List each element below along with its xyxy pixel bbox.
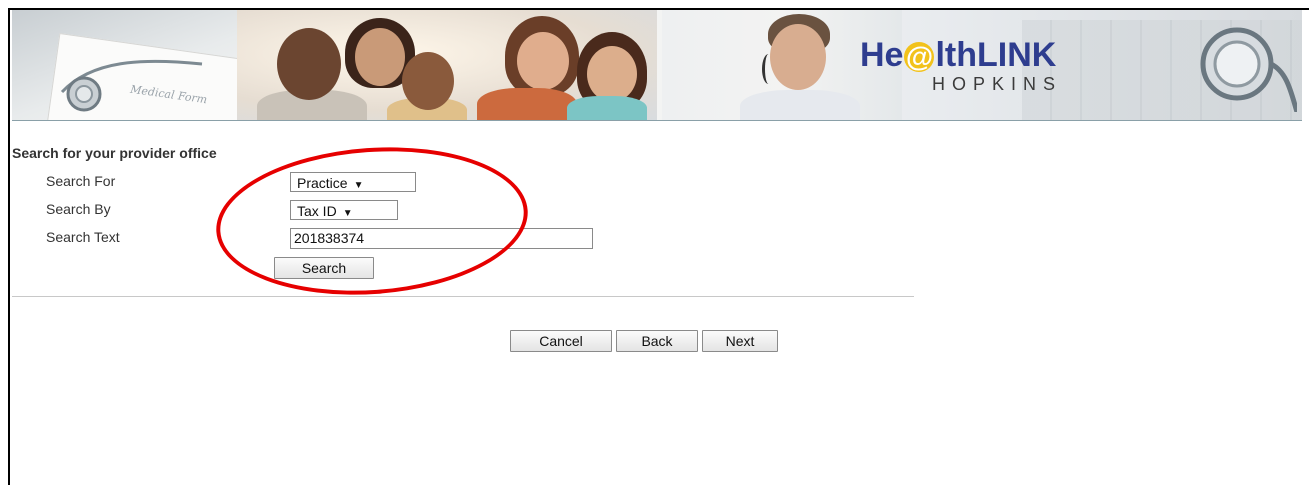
search-button[interactable]: Search: [274, 257, 374, 279]
next-button[interactable]: Next: [702, 330, 778, 352]
woman-face: [355, 28, 405, 86]
search-by-label: Search By: [46, 201, 111, 217]
logo-prefix: He: [860, 36, 904, 74]
woman2-face: [517, 32, 569, 90]
dropdown-caret-icon: ▼: [353, 180, 364, 191]
header-banner: Medical Form He@lthLINK HOPKINS: [12, 10, 1302, 121]
search-by-value: Tax ID: [297, 203, 337, 219]
logo-at-symbol: @: [904, 41, 935, 73]
section-divider: [12, 296, 914, 297]
girl-face: [587, 46, 637, 102]
section-title: Search for your provider office: [12, 145, 217, 161]
dropdown-caret-icon: ▼: [342, 208, 353, 219]
woman2-body: [477, 88, 577, 120]
logo-wordmark: He@lthLINK: [860, 36, 1160, 74]
logo-suffix: lthLINK: [935, 36, 1057, 74]
healthlink-logo: He@lthLINK HOPKINS: [860, 36, 1160, 106]
family-photo: [237, 10, 657, 120]
stethoscope-right-icon: [1200, 27, 1297, 112]
girl-body: [567, 96, 647, 120]
search-by-select[interactable]: Tax ID ▼: [290, 200, 398, 220]
search-text-input[interactable]: 201838374: [290, 228, 593, 249]
cancel-button[interactable]: Cancel: [510, 330, 612, 352]
stethoscope-icon: [60, 59, 203, 112]
headset-icon: [762, 54, 775, 84]
search-for-label: Search For: [46, 173, 116, 189]
boy-face: [402, 52, 454, 110]
logo-subtitle: HOPKINS: [932, 74, 1063, 94]
agent-face: [770, 24, 826, 90]
search-for-select[interactable]: Practice ▼: [290, 172, 416, 192]
search-for-value: Practice: [297, 175, 348, 191]
search-text-label: Search Text: [46, 229, 120, 245]
agent-shirt: [740, 90, 860, 120]
back-button[interactable]: Back: [616, 330, 698, 352]
man-face: [277, 28, 341, 100]
